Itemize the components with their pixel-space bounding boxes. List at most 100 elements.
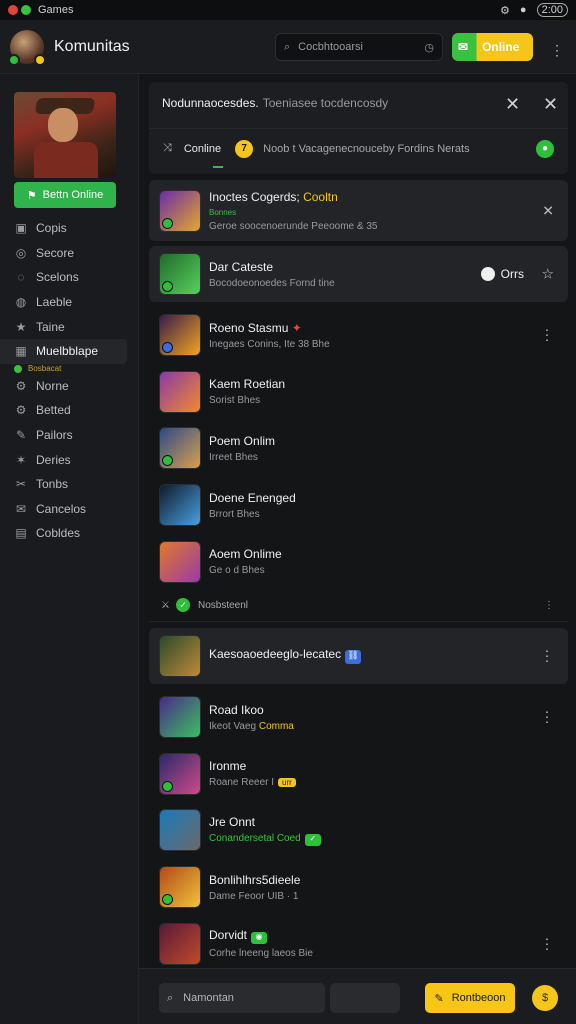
friend-name: Kaem Roetian — [209, 377, 286, 392]
sidebar-item-laeble[interactable]: ◍ Laeble — [0, 290, 139, 315]
list-item[interactable]: Jre Onnt Conandersetal Coed ✓ — [149, 802, 568, 859]
list-item[interactable]: Dorvidt ◉ Corhe lneeng laeos Bie ⋮ — [149, 915, 568, 972]
list-item[interactable]: Doene Enenged Brrort Bhes — [149, 477, 568, 534]
status-bar: Games ⚙ ● 2:00 — [0, 0, 576, 20]
friend-meta: Brrort Bhes — [209, 508, 260, 520]
tools-icon: ✂ — [15, 477, 27, 492]
game-thumbnail — [159, 427, 201, 470]
gamepad-icon[interactable]: ● — [536, 139, 554, 158]
check-icon: ✓ — [175, 598, 190, 613]
search-input[interactable]: ⌕ Cocbhtooarsi ◷ — [275, 33, 443, 61]
list-item[interactable]: Kaem Roetian Sorist Bhes — [149, 364, 568, 421]
friend-name: Ironme — [209, 759, 247, 774]
sidebar-item-label: Pailors — [36, 428, 73, 443]
dismiss-all-icon[interactable]: ✕ — [505, 94, 520, 115]
tab-underline — [213, 166, 223, 168]
more-icon[interactable]: ⋮ — [544, 600, 554, 611]
list-item[interactable]: Poem Onlim Irreet Bhes — [149, 420, 568, 477]
list-item[interactable]: Roeno Stasmu ✦ Inegaes Conins, Ite 38 Bh… — [149, 307, 568, 364]
record-icon[interactable]: ● — [520, 4, 527, 16]
recommend-button-label: Rontbeoon — [451, 992, 506, 1004]
tab-online[interactable]: Conline — [184, 143, 221, 155]
hero-face — [48, 108, 78, 142]
sidebar-item-label: Betted — [36, 403, 71, 418]
sidebar-item-norne[interactable]: ⚙ Norne — [0, 374, 139, 399]
sidebar-item-cancelos[interactable]: ✉ Cancelos — [0, 497, 139, 522]
sidebar-item-secore[interactable]: ◎ Secore — [0, 241, 139, 266]
header-bar: Komunitas ⌕ Cocbhtooarsi ◷ ✉ Online ⋮ — [0, 20, 576, 74]
maximize-dot-icon[interactable] — [21, 5, 31, 15]
list-item[interactable]: Inoctes Cogerds; Cooltn Bonnes Geroe soo… — [149, 180, 568, 241]
more-icon[interactable]: ⋮ — [540, 647, 554, 664]
close-icon[interactable]: ✕ — [543, 94, 558, 115]
sidebar: ⚑ Bettn Online ▣ Copis ◎ Secore ◌ Scelons ◍… — [0, 74, 139, 1024]
friend-search-input[interactable]: ⌕ Namontan — [159, 983, 325, 1013]
dismiss-icon[interactable]: ✕ — [542, 202, 554, 219]
trophy-icon: ★ — [15, 319, 27, 334]
app-title: Komunitas — [54, 37, 130, 55]
status-dot-icon — [14, 364, 22, 373]
follow-label: Orrs — [500, 267, 524, 281]
sidebar-item-taine[interactable]: ★ Taine — [0, 314, 139, 339]
friend-name: Road Ikoo — [209, 702, 264, 717]
friend-status: Bonnes — [209, 207, 237, 217]
filter-field[interactable] — [330, 983, 400, 1013]
friends-list: Inoctes Cogerds; Cooltn Bonnes Geroe soo… — [149, 180, 568, 972]
chat-icon: ◌ — [17, 270, 25, 285]
sidebar-item-copis[interactable]: ▣ Copis — [0, 216, 139, 241]
panel-title-sub: Toeniasee tocdencosdy — [262, 96, 389, 110]
play-icon: ⚑ — [26, 189, 37, 202]
globe-icon: ◍ — [15, 295, 27, 310]
friend-meta: Corhe lneeng laeos Bie — [209, 948, 313, 960]
more-icon[interactable]: ⋮ — [550, 42, 564, 59]
sidebar-item-label: Scelons — [36, 270, 79, 285]
shuffle-icon[interactable]: ⤨ — [163, 142, 172, 155]
friend-meta: Conandersetal Coed ✓ — [209, 833, 321, 846]
game-thumbnail — [159, 696, 201, 739]
sidebar-item-muelbblape[interactable]: ▦ Muelbblape — [0, 338, 127, 364]
friend-name-text: Inoctes Cogerds; — [209, 189, 300, 204]
close-dot-icon[interactable] — [8, 5, 18, 15]
sidebar-item-deries[interactable]: ✶ Deries — [0, 447, 139, 472]
sidebar-item-cobldes[interactable]: ▤ Cobldes — [0, 521, 139, 546]
status-badge — [162, 455, 173, 467]
friend-name: Poem Onlim — [209, 433, 276, 448]
list-item[interactable]: Ironme Roane Reeer Iurr — [149, 746, 568, 803]
more-icon[interactable]: ⋮ — [540, 935, 554, 952]
coin-icon[interactable]: $ — [532, 985, 558, 1011]
friend-meta-text: Ikeot Vaeg — [209, 720, 257, 732]
list-item[interactable]: Aoem Onlime Ge o d Bhes — [149, 533, 568, 590]
sidebar-item-label: Tonbs — [36, 477, 69, 492]
favorite-icon[interactable]: ☆ — [541, 266, 554, 283]
sidebar-nav: ▣ Copis ◎ Secore ◌ Scelons ◍ Laeble ★ Taine ▦… — [0, 216, 139, 546]
list-item[interactable]: Kaesoaoedeeglo-lecatec ⛓ ⋮ — [149, 627, 568, 684]
online-count-badge: 7 — [235, 139, 254, 158]
friend-name-text: Dorvidt — [209, 928, 248, 943]
friend-name: Doene Enenged — [209, 490, 296, 505]
sidebar-item-label: Muelbblape — [36, 344, 99, 359]
play-online-button[interactable]: ⚑ Bettn Online — [14, 182, 116, 208]
settings-icon[interactable]: ⚙ — [500, 4, 510, 17]
friend-meta-text: Conandersetal Coed — [209, 832, 301, 844]
status-badge — [162, 342, 173, 354]
more-icon[interactable]: ⋮ — [540, 709, 554, 726]
recommend-button[interactable]: ✎ Rontbeoon — [425, 983, 515, 1013]
hero-image[interactable] — [14, 92, 116, 178]
game-thumbnail — [159, 752, 201, 795]
sidebar-item-scelons[interactable]: ◌ Scelons — [0, 265, 139, 290]
follow-icon — [480, 267, 495, 281]
sidebar-item-betted[interactable]: ⚙ Betted — [0, 398, 139, 423]
friend-meta: Ikeot Vaeg Comma — [209, 721, 294, 732]
online-button[interactable]: ✉ Online — [452, 33, 533, 61]
list-item[interactable]: Dar Cateste Bocodoeonoedes Fornd tine Or… — [149, 246, 568, 302]
clock-icon: ◷ — [424, 41, 434, 54]
coin-badge — [34, 53, 46, 66]
follow-button[interactable]: Orrs — [480, 267, 524, 281]
sidebar-item-tonbs[interactable]: ✂ Tonbs — [0, 472, 139, 497]
sidebar-item-pailors[interactable]: ✎ Pailors — [0, 423, 139, 448]
list-item[interactable]: Road Ikoo Ikeot Vaeg Comma ⋮ — [149, 689, 568, 746]
avatar[interactable] — [8, 29, 46, 66]
swords-icon: ⚔ — [161, 599, 170, 611]
more-icon[interactable]: ⋮ — [540, 327, 554, 344]
list-item[interactable]: Bonlihlhrs5dieele Dame Feoor UIB · 1 — [149, 859, 568, 916]
